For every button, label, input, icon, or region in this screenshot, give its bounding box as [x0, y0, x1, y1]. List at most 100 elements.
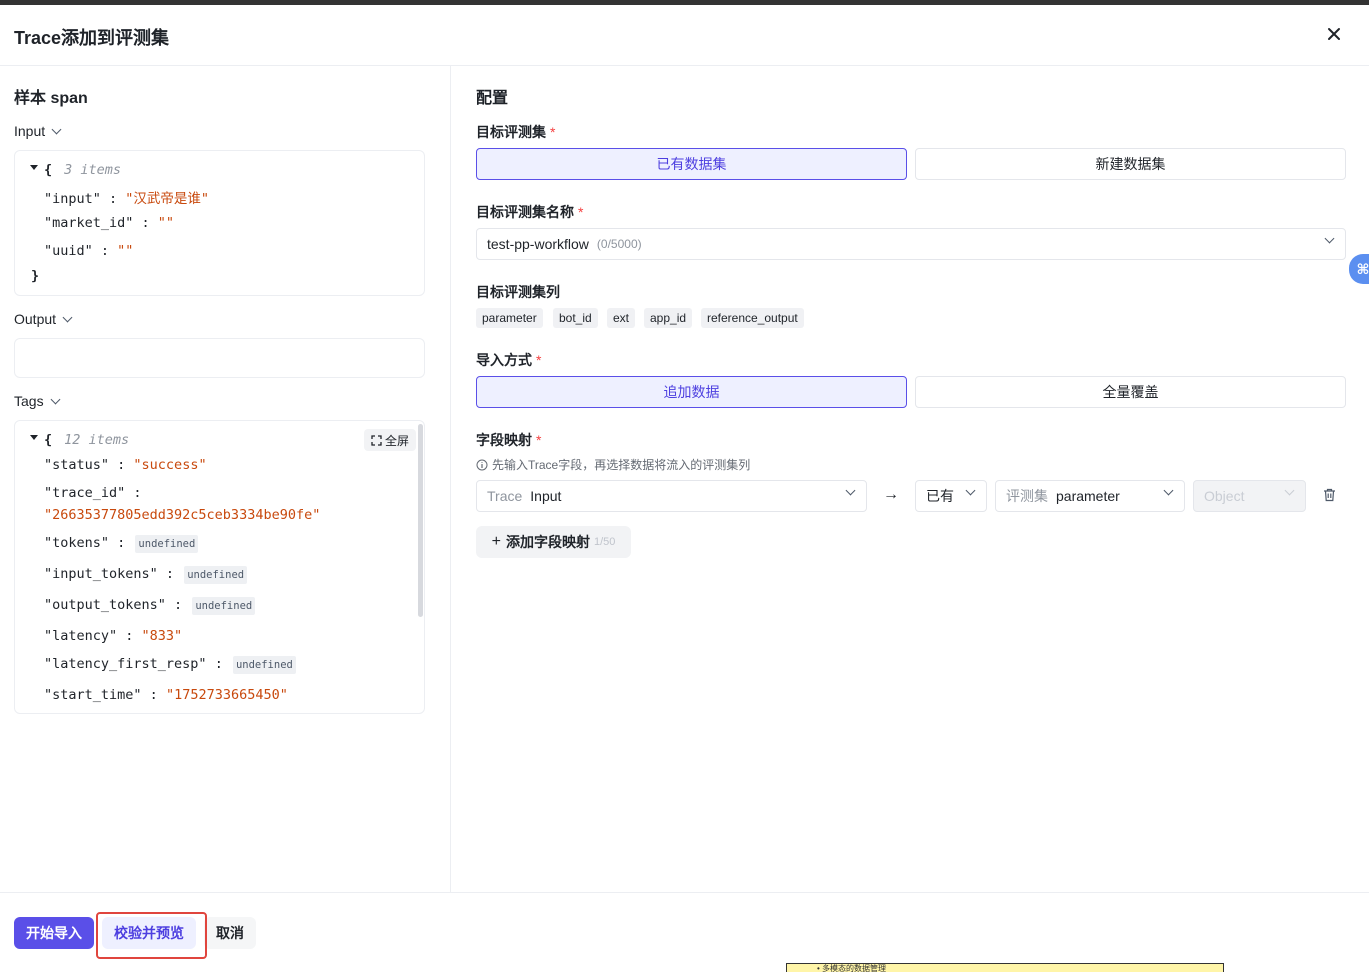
config-heading: 配置 — [476, 90, 509, 107]
input-section-toggle[interactable]: Input — [14, 123, 62, 139]
sample-span-panel: 样本 span Input {3 items "input" : "汉武帝是谁"… — [0, 66, 451, 892]
hint-text: 先输入Trace字段，再选择数据将流入的评测集列 — [492, 458, 751, 472]
json-line: "market_id" : "" — [44, 215, 175, 231]
add-field-mapping-button[interactable]: + 添加字段映射 1/50 — [476, 526, 631, 558]
fullscreen-icon — [371, 434, 382, 446]
type-select: Object — [1193, 480, 1306, 512]
columns-label: 目标评测集列 — [476, 284, 560, 300]
tags-json-viewer: {12 items 全屏 "status" : "success" "trace… — [14, 420, 425, 714]
item-count: 12 items — [64, 432, 130, 448]
append-data-option[interactable]: 追加数据 — [476, 376, 907, 408]
sticky-note: • 多模态的数据管理 — [786, 963, 1224, 972]
new-dataset-option[interactable]: 新建数据集 — [915, 148, 1346, 180]
json-key: "output_tokens" — [44, 597, 166, 613]
close-button[interactable] — [1322, 22, 1346, 46]
chevron-down-icon — [51, 124, 62, 134]
chevron-down-icon — [62, 312, 73, 322]
json-value: "26635377805edd392c5ceb3334be90fe" — [44, 507, 321, 523]
column-tag: reference_output — [701, 308, 804, 328]
json-close-brace: } — [31, 268, 40, 284]
json-key: "market_id" — [44, 215, 134, 231]
dialog-title: Trace添加到评测集 — [14, 28, 170, 48]
json-value: "1752733665450" — [165, 687, 288, 703]
json-value: "" — [157, 215, 175, 231]
mapping-arrow-icon: → — [883, 486, 899, 503]
tags-scrollbar[interactable] — [418, 424, 423, 617]
close-icon — [1328, 28, 1340, 40]
dataset-prefix: 评测集 — [1006, 488, 1048, 504]
trace-field-select[interactable]: Trace Input — [476, 480, 867, 512]
fullscreen-button[interactable]: 全屏 — [364, 429, 417, 451]
output-viewer — [14, 338, 425, 378]
json-line: "trace_id" : — [44, 485, 142, 501]
import-mode-label: 导入方式 * — [476, 350, 541, 370]
validate-preview-button[interactable]: 校验并预览 — [102, 917, 196, 949]
add-mapping-count: 1/50 — [593, 536, 616, 548]
column-tag: app_id — [644, 308, 693, 328]
type-value: Object — [1204, 488, 1245, 504]
trash-icon — [1324, 488, 1335, 502]
json-line: "output_tokens" : undefined — [44, 597, 256, 615]
json-value: "833" — [141, 628, 183, 644]
add-mapping-label: 添加字段映射 — [505, 534, 590, 550]
json-value: "success" — [133, 457, 207, 473]
item-count: 3 items — [64, 162, 122, 178]
delete-mapping-button[interactable] — [1323, 488, 1336, 505]
output-section-toggle[interactable]: Output — [14, 311, 73, 327]
column-tag: ext — [607, 308, 636, 328]
fullscreen-label: 全屏 — [385, 433, 410, 448]
existing-select[interactable]: 已有 — [915, 480, 987, 512]
field-mapping-hint: 先输入Trace字段，再选择数据将流入的评测集列 — [476, 456, 750, 473]
label-text: 目标评测集 — [476, 124, 546, 140]
config-panel: 配置 目标评测集 * 已有数据集 新建数据集 目标评测集名称 * test-pp-w… — [451, 66, 1369, 892]
collapse-triangle-icon[interactable] — [30, 165, 38, 170]
trace-prefix: Trace — [487, 488, 523, 504]
label-text: 目标评测集名称 — [476, 204, 574, 220]
input-json-viewer: {3 items "input" : "汉武帝是谁" "market_id" :… — [14, 150, 425, 296]
json-line: "status" : "success" — [44, 457, 207, 473]
json-line: "26635377805edd392c5ceb3334be90fe" — [44, 507, 320, 523]
info-icon — [476, 459, 488, 470]
cancel-button[interactable]: 取消 — [204, 917, 256, 949]
json-key: "latency" — [44, 628, 118, 644]
json-line: "input" : "汉武帝是谁" — [44, 191, 210, 207]
existing-value: 已有 — [926, 488, 954, 504]
json-key: "latency_first_resp" — [44, 656, 207, 672]
dialog-header: Trace添加到评测集 — [0, 5, 1369, 66]
required-asterisk: * — [550, 124, 556, 140]
target-dataset-label: 目标评测集 * — [476, 122, 555, 142]
json-line: "start_time" : "1752733665450" — [44, 687, 288, 703]
chevron-down-icon — [1324, 233, 1335, 244]
input-label: Input — [14, 123, 46, 139]
json-line: "tokens" : undefined — [44, 535, 199, 553]
trace-field-value: Input — [530, 488, 562, 504]
dataset-name-select[interactable]: test-pp-workflow (0/5000) — [476, 228, 1346, 260]
overwrite-all-option[interactable]: 全量覆盖 — [915, 376, 1346, 408]
json-key: "uuid" — [44, 243, 93, 259]
field-mapping-label: 字段映射 * — [476, 430, 541, 450]
json-line: "latency" : "833" — [44, 628, 183, 644]
dataset-name-label: 目标评测集名称 * — [476, 202, 583, 222]
existing-dataset-option[interactable]: 已有数据集 — [476, 148, 907, 180]
json-value: "" — [117, 243, 134, 259]
json-key: "tokens" — [44, 535, 110, 551]
json-open-brace: {3 items — [44, 162, 122, 178]
chevron-down-icon — [1284, 485, 1295, 496]
json-line: "input_tokens" : undefined — [44, 566, 248, 584]
tags-section-toggle[interactable]: Tags — [14, 393, 61, 409]
json-line: "uuid" : "" — [44, 243, 134, 259]
sample-heading: 样本 span — [14, 90, 88, 107]
plus-icon: + — [491, 533, 501, 550]
json-value: "汉武帝是谁" — [125, 191, 210, 207]
tags-label: Tags — [14, 393, 44, 409]
label-text: 字段映射 — [476, 432, 532, 448]
chevron-down-icon — [965, 485, 976, 496]
start-import-button[interactable]: 开始导入 — [14, 917, 94, 949]
json-line: "latency_first_resp" : undefined — [44, 656, 296, 674]
floating-translate-icon[interactable]: ⌘ — [1349, 254, 1369, 284]
dataset-name-count: (0/5000) — [596, 237, 642, 251]
json-key: "status" — [44, 457, 110, 473]
dataset-column-select[interactable]: 评测集 parameter — [995, 480, 1185, 512]
collapse-triangle-icon[interactable] — [30, 435, 38, 440]
column-tag: parameter — [476, 308, 543, 328]
